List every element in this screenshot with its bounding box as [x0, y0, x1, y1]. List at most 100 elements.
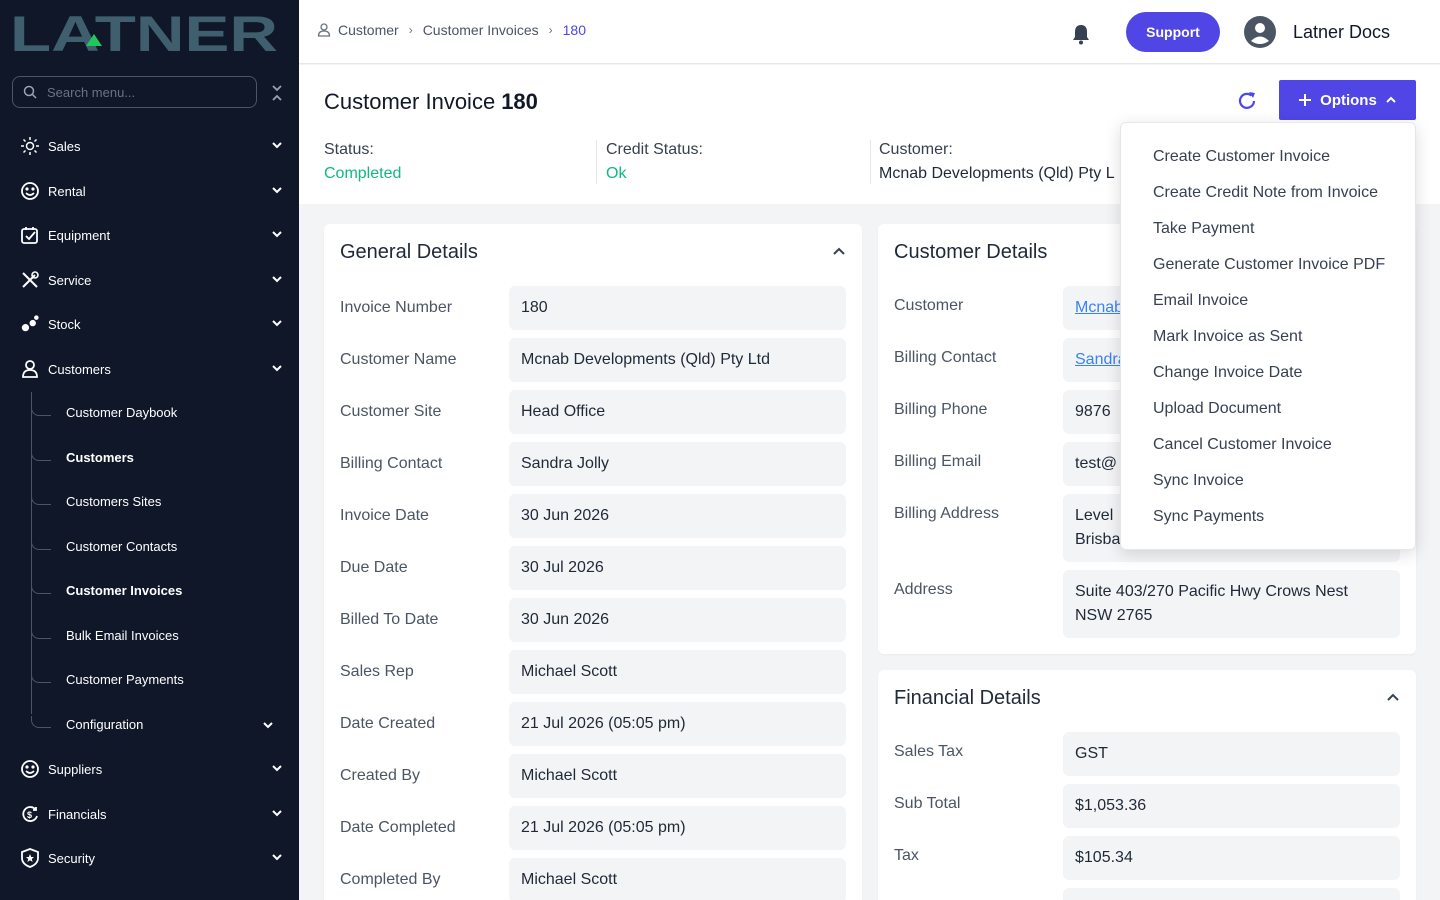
bell-icon[interactable]: [1071, 23, 1091, 45]
sidebar-item-suppliers[interactable]: Suppliers: [0, 749, 299, 789]
menu-item-email-invoice[interactable]: Email Invoice: [1153, 289, 1248, 313]
search-input[interactable]: [47, 84, 237, 100]
customer-site-field: Head Office: [509, 390, 846, 434]
sidebar-item-label: Service: [48, 272, 92, 288]
svg-text:$: $: [27, 810, 32, 820]
chevron-down-icon: [263, 722, 273, 729]
financials-icon: $: [20, 804, 40, 824]
field-label: Sales Tax: [894, 743, 964, 760]
sidebar-search[interactable]: [12, 76, 257, 108]
refresh-icon[interactable]: [1236, 90, 1258, 112]
chevron-up-icon[interactable]: [832, 244, 846, 258]
tree-branch: [31, 538, 51, 550]
sidebar-item-service[interactable]: Service: [0, 260, 299, 300]
sidebar-sub-customers[interactable]: Customers: [66, 448, 134, 468]
field-label: Due Date: [340, 559, 408, 576]
sub-total-field: $1,053.36: [1063, 784, 1400, 828]
chevron-down-icon: [272, 320, 282, 327]
breadcrumb-customer-invoices[interactable]: Customer Invoices: [423, 22, 539, 38]
sidebar-item-security[interactable]: Security: [0, 838, 299, 878]
sidebar-item-rental[interactable]: Rental: [0, 171, 299, 211]
plus-icon: [1299, 94, 1312, 106]
created-by-field: Michael Scott: [509, 754, 846, 798]
menu-item-create-credit-note[interactable]: Create Credit Note from Invoice: [1153, 181, 1378, 205]
sidebar-sub-customer-payments[interactable]: Customer Payments: [66, 670, 184, 690]
chevron-down-icon: [272, 765, 282, 772]
sidebar-item-financials[interactable]: $ Financials: [0, 794, 299, 834]
field-label: Billing Email: [894, 453, 982, 470]
financial-details-card: Financial Details Sales Tax GST Sub Tota…: [878, 670, 1416, 900]
date-completed-field: 21 Jul 2026 (05:05 pm): [509, 806, 846, 850]
sidebar-item-label: Stock: [48, 316, 81, 332]
billing-contact-link[interactable]: Sandra: [1075, 351, 1127, 369]
customer-link[interactable]: Mcnab: [1075, 299, 1123, 317]
sidebar-item-label: Configuration: [66, 717, 144, 732]
customer-label: Customer:: [879, 141, 953, 158]
field-label: Billing Contact: [340, 455, 443, 472]
latner-logo[interactable]: LATNER: [10, 10, 280, 54]
breadcrumb-current: 180: [562, 22, 586, 38]
credit-status-value: Ok: [606, 165, 627, 182]
sidebar-sub-customers-sites[interactable]: Customers Sites: [66, 492, 161, 512]
field-label: Invoice Number: [340, 299, 453, 316]
stock-icon: [20, 314, 40, 334]
options-dropdown: Create Customer Invoice Create Credit No…: [1120, 122, 1416, 550]
tree-branch: [31, 671, 51, 683]
breadcrumb-customer[interactable]: Customer: [338, 22, 399, 38]
completed-by-field: Michael Scott: [509, 858, 846, 900]
support-button[interactable]: Support: [1126, 12, 1220, 52]
sidebar: LATNER Sales Rental Equipment Service St…: [0, 0, 299, 900]
sidebar-sub-bulk-email-invoices[interactable]: Bulk Email Invoices: [66, 626, 179, 646]
menu-item-create-customer-invoice[interactable]: Create Customer Invoice: [1153, 145, 1330, 169]
username[interactable]: Latner Docs: [1293, 22, 1390, 43]
service-icon: [20, 270, 40, 290]
sidebar-item-customers[interactable]: Customers: [0, 349, 299, 389]
topbar: Customer › Customer Invoices › 180 Suppo…: [299, 0, 1440, 64]
options-button[interactable]: Options: [1279, 80, 1416, 120]
collapse-sidebar-button[interactable]: [268, 82, 286, 104]
sidebar-sub-customer-daybook[interactable]: Customer Daybook: [66, 403, 177, 423]
address-field: Suite 403/270 Pacific Hwy Crows Nest NSW…: [1063, 570, 1400, 638]
chevron-down-icon: [272, 142, 282, 149]
page-title-text: Customer Invoice: [324, 89, 496, 114]
menu-item-cancel-invoice[interactable]: Cancel Customer Invoice: [1153, 433, 1332, 457]
chevron-right-icon: ›: [408, 23, 413, 37]
rental-icon: [20, 181, 40, 201]
tree-branch: [31, 493, 51, 505]
sidebar-sub-customer-invoices[interactable]: Customer Invoices: [66, 581, 182, 601]
menu-item-change-invoice-date[interactable]: Change Invoice Date: [1153, 361, 1302, 385]
chevron-down-icon: [272, 365, 282, 372]
status-label: Status:: [324, 141, 374, 158]
menu-item-sync-payments[interactable]: Sync Payments: [1153, 505, 1264, 529]
tree-line: [31, 392, 32, 714]
sidebar-item-equipment[interactable]: Equipment: [0, 215, 299, 255]
sidebar-item-label: Customers: [48, 361, 111, 377]
avatar[interactable]: [1244, 16, 1276, 48]
sidebar-item-label: Suppliers: [48, 761, 103, 777]
svg-text:LATNER: LATNER: [10, 10, 278, 54]
sidebar-item-sales[interactable]: Sales: [0, 126, 299, 166]
chevron-down-icon: [272, 187, 282, 194]
billing-contact-field: Sandra Jolly: [509, 442, 846, 486]
menu-item-take-payment[interactable]: Take Payment: [1153, 217, 1254, 241]
menu-item-generate-pdf[interactable]: Generate Customer Invoice PDF: [1153, 253, 1385, 277]
next-financial-field: [1063, 888, 1400, 900]
sidebar-sub-customer-contacts[interactable]: Customer Contacts: [66, 537, 177, 557]
date-created-field: 21 Jul 2026 (05:05 pm): [509, 702, 846, 746]
search-icon: [23, 85, 37, 99]
menu-item-mark-as-sent[interactable]: Mark Invoice as Sent: [1153, 325, 1302, 349]
sidebar-sub-configuration[interactable]: Configuration: [66, 715, 286, 735]
field-label: Date Created: [340, 715, 436, 732]
billing-address-line1: Level: [1075, 507, 1114, 524]
sidebar-item-stock[interactable]: Stock: [0, 304, 299, 344]
sidebar-item-label: Financials: [48, 806, 107, 822]
invoice-date-field: 30 Jun 2026: [509, 494, 846, 538]
chevron-up-icon[interactable]: [1386, 690, 1400, 704]
menu-item-upload-document[interactable]: Upload Document: [1153, 397, 1281, 421]
billing-address-line2: Brisba: [1075, 531, 1121, 548]
chevron-up-icon: [1386, 96, 1396, 103]
status-badge: Completed: [324, 165, 402, 182]
field-label: Sub Total: [894, 795, 961, 812]
field-label: Billed To Date: [340, 611, 439, 628]
menu-item-sync-invoice[interactable]: Sync Invoice: [1153, 469, 1244, 493]
